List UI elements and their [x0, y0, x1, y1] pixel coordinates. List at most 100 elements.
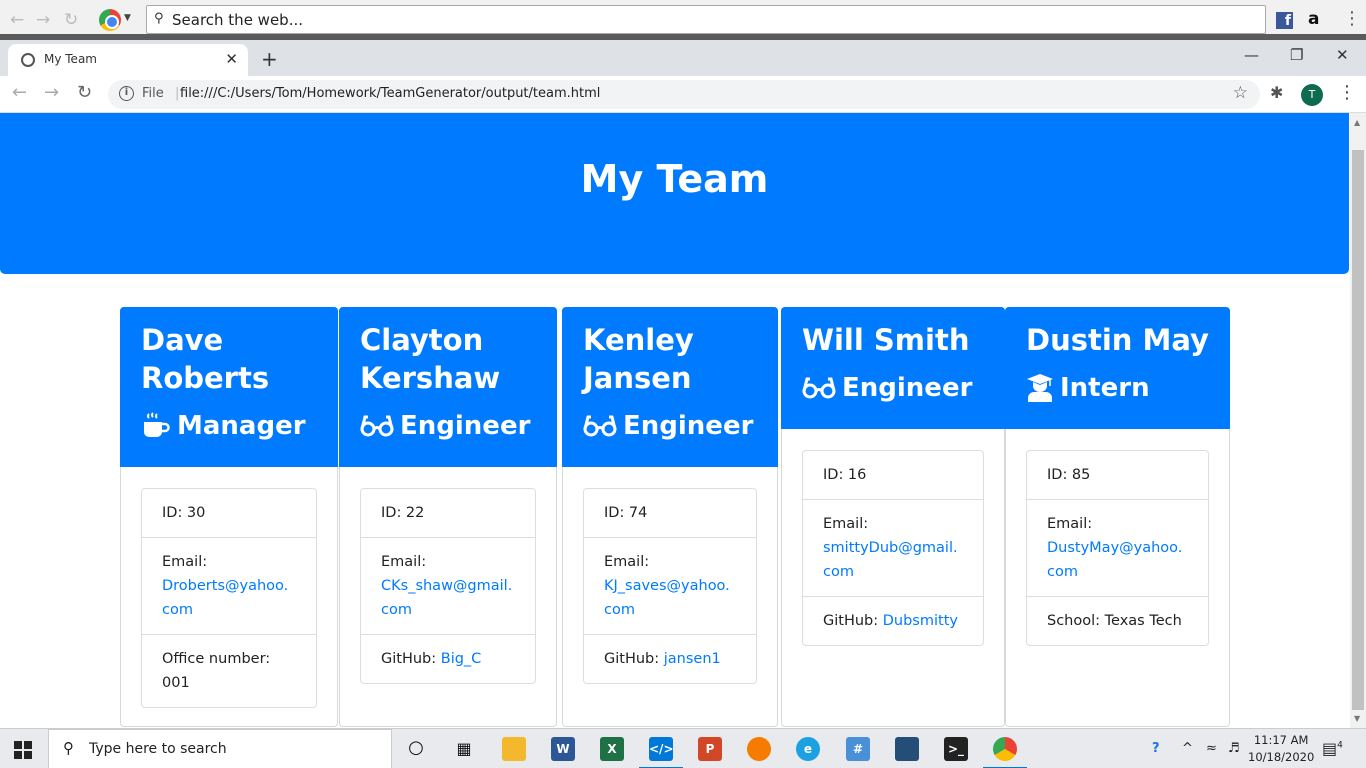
member-name: Kenley Jansen — [583, 323, 694, 395]
chrome-taskbar-icon[interactable] — [983, 737, 1027, 768]
member-email-row: Email: KJ_saves@yahoo.com — [584, 537, 756, 634]
member-role: Engineer — [360, 407, 537, 445]
web-search-box[interactable]: ⚲ — [146, 5, 1266, 34]
member-role: Engineer — [583, 407, 758, 445]
email-link[interactable]: DustyMay@yahoo.com — [1047, 540, 1182, 580]
member-card: Clayton Kershaw Engineer ID: 22 Email: C… — [339, 307, 557, 727]
powerpoint-icon[interactable]: P — [698, 737, 722, 761]
member-details: ID: 85 Email: DustyMay@yahoo.com School:… — [1026, 450, 1209, 646]
scroll-down-icon[interactable]: ▼ — [1354, 714, 1360, 723]
page-title: My Team — [580, 157, 769, 201]
volume-icon[interactable]: ♬ — [1228, 741, 1240, 756]
email-label: Email: — [1047, 516, 1093, 532]
email-label: Email: — [381, 554, 427, 570]
member-card: Kenley Jansen Engineer ID: 74 Email: KJ_… — [562, 307, 778, 727]
reload-icon[interactable]: ↻ — [77, 82, 92, 103]
member-role: Engineer — [802, 369, 985, 407]
clock-date: 10/18/2020 — [1248, 750, 1315, 764]
github-link[interactable]: jansen1 — [664, 651, 721, 667]
back-icon[interactable]: ← — [12, 82, 27, 103]
chevron-up-icon[interactable]: ^ — [1182, 741, 1193, 756]
card-header: Dave Roberts Manager — [120, 307, 338, 467]
excel-icon[interactable]: X — [600, 737, 624, 761]
profile-avatar[interactable]: T — [1301, 84, 1323, 106]
info-icon[interactable]: i — [119, 86, 134, 101]
notification-count: 4 — [1337, 740, 1343, 751]
github-link[interactable]: Big_C — [441, 651, 482, 667]
member-id: ID: 30 — [162, 505, 206, 521]
window-close-icon[interactable]: ✕ — [1336, 46, 1349, 64]
school-label: School: — [1047, 613, 1101, 629]
forward-icon[interactable]: → — [44, 82, 59, 103]
member-name: Will Smith — [802, 323, 970, 357]
github-label: GitHub: — [381, 651, 437, 667]
scrollbar-thumb[interactable] — [1352, 150, 1364, 710]
norton-icon[interactable] — [747, 737, 771, 761]
chevron-down-icon[interactable]: ▼ — [124, 13, 131, 23]
email-link[interactable]: smittyDub@gmail.com — [823, 540, 958, 580]
minimize-icon[interactable]: — — [1244, 46, 1259, 64]
role-label: Engineer — [400, 411, 531, 441]
word-icon[interactable]: W — [551, 737, 575, 761]
member-email-row: Email: Droberts@yahoo.com — [142, 537, 316, 634]
office-number-row: Office number: 001 — [142, 634, 316, 707]
role-label: Manager — [177, 411, 306, 441]
slack-icon[interactable]: # — [846, 737, 870, 761]
close-tab-icon[interactable]: ✕ — [225, 50, 238, 68]
github-link[interactable]: Dubsmitty — [883, 613, 958, 629]
bookmark-star-icon[interactable]: ☆ — [1233, 83, 1248, 103]
role-label: Intern — [1060, 373, 1150, 403]
email-link[interactable]: CKs_shaw@gmail.com — [381, 578, 512, 618]
clock-time: 11:17 AM — [1253, 733, 1309, 747]
card-header: Dustin May Intern — [1005, 307, 1230, 429]
outer-menu-icon[interactable]: ⋮ — [1343, 8, 1361, 29]
system-clock[interactable]: 11:17 AM 10/18/2020 — [1248, 732, 1314, 766]
wifi-icon[interactable]: ≈ — [1206, 741, 1217, 756]
notification-icon[interactable]: ▤4 — [1322, 739, 1343, 758]
member-email-row: Email: DustyMay@yahoo.com — [1027, 499, 1208, 596]
windows-taskbar: ⚲ Type here to search ○ ▦ W X </> P e # … — [0, 728, 1366, 768]
edge-icon[interactable]: e — [796, 737, 820, 761]
file-explorer-icon[interactable] — [502, 737, 526, 761]
vscode-icon[interactable]: </> — [639, 737, 683, 768]
web-search-input[interactable] — [172, 9, 1252, 30]
email-link[interactable]: KJ_saves@yahoo.com — [604, 578, 730, 618]
outer-back-icon[interactable]: ← — [10, 10, 24, 30]
tab-my-team[interactable]: My Team ✕ — [8, 44, 248, 76]
card-header: Will Smith Engineer — [781, 307, 1005, 429]
school-row: School: Texas Tech — [1027, 596, 1208, 645]
member-details: ID: 30 Email: Droberts@yahoo.com Office … — [141, 488, 317, 708]
email-link[interactable]: Droberts@yahoo.com — [162, 578, 288, 618]
mysql-workbench-icon[interactable] — [895, 737, 919, 761]
cortana-icon[interactable]: ○ — [404, 737, 428, 761]
member-id: ID: 85 — [1047, 467, 1091, 483]
scroll-up-icon[interactable]: ▲ — [1354, 118, 1360, 127]
url-text[interactable]: file:///C:/Users/Tom/Homework/TeamGenera… — [180, 86, 600, 101]
outer-refresh-icon[interactable]: ↻ — [64, 10, 78, 30]
browser-menu-icon[interactable]: ⋮ — [1338, 82, 1356, 103]
facebook-icon[interactable]: f — [1276, 12, 1293, 29]
tab-strip: My Team ✕ + — ❐ ✕ — [0, 40, 1366, 76]
taskbar-search-box[interactable]: ⚲ Type here to search — [48, 729, 392, 768]
extensions-icon[interactable]: ✱ — [1270, 83, 1283, 102]
member-name: Clayton Kershaw — [360, 323, 501, 395]
help-icon[interactable]: ? — [1152, 741, 1160, 756]
windows-start-icon[interactable] — [14, 741, 32, 759]
email-label: Email: — [823, 516, 869, 532]
address-bar[interactable]: i File | file:///C:/Users/Tom/Homework/T… — [108, 80, 1260, 109]
office-number-label: Office number: — [162, 651, 271, 667]
chrome-logo-icon[interactable] — [99, 9, 121, 31]
amazon-icon[interactable]: a — [1308, 9, 1319, 29]
header-banner: My Team — [0, 113, 1349, 274]
task-view-icon[interactable]: ▦ — [452, 737, 476, 761]
terminal-icon[interactable]: >_ — [944, 737, 968, 761]
page-viewport: My Team Dave Roberts Manager ID: 30 Emai… — [0, 113, 1350, 728]
outer-forward-icon[interactable]: → — [36, 10, 50, 30]
restore-icon[interactable]: ❐ — [1290, 46, 1303, 64]
member-card: Dave Roberts Manager ID: 30 Email: Drobe… — [120, 307, 338, 727]
github-label: GitHub: — [604, 651, 660, 667]
member-details: ID: 16 Email: smittyDub@gmail.com GitHub… — [802, 450, 984, 646]
new-tab-icon[interactable]: + — [261, 47, 278, 71]
glasses-icon — [802, 377, 836, 399]
role-label: Engineer — [842, 373, 973, 403]
